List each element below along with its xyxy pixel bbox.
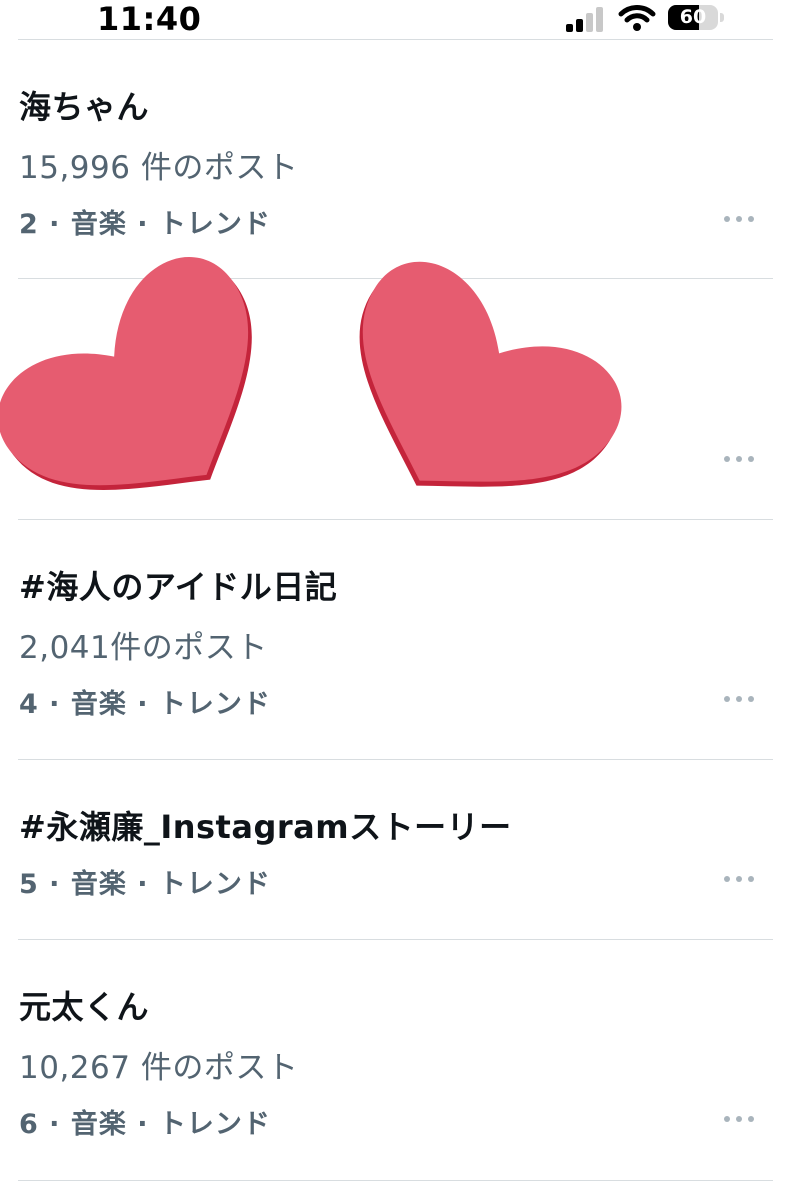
trend-meta: 4 · 音楽 · トレンド [19,689,271,720]
trend-title: #海人のアイドル日記 [19,568,338,606]
heart-icon-right [359,261,622,487]
trend-meta: 6 · 音楽 · トレンド [19,1109,271,1140]
trend-item[interactable]: 元太くん 10,267 件のポスト 6 · 音楽 · トレンド [0,940,791,1178]
trend-meta: 5 · 音楽 · トレンド [19,869,271,900]
signal-icon [566,6,608,32]
trend-item[interactable]: #海人のアイドル日記 2,041件のポスト 4 · 音楽 · トレンド [0,520,791,758]
trend-title: 海ちゃん [19,88,150,126]
battery-icon: 60 [668,5,718,30]
trend-title: 元太くん [19,988,150,1026]
trend-post-count: 10,267 件のポスト [19,1050,299,1086]
divider [18,1180,773,1181]
status-bar: 11:40 60 [0,0,791,38]
trend-post-count: 2,041件のポスト [19,630,268,666]
heart-stickers [0,257,622,490]
trend-post-count: 15,996 件のポスト [19,150,299,186]
more-icon[interactable] [724,1113,756,1125]
status-time: 11:40 [97,0,202,38]
trend-item[interactable]: #永瀬廉_Instagramストーリー 5 · 音楽 · トレンド [0,760,791,938]
trend-item[interactable]: 海ちゃん 15,996 件のポスト 2 · 音楽 · トレンド [0,40,791,278]
battery-nub [720,13,724,22]
trend-meta: 2 · 音楽 · トレンド [19,209,271,240]
heart-icon-left [0,257,252,490]
more-icon[interactable] [724,213,756,225]
more-icon[interactable] [724,453,756,465]
more-icon[interactable] [724,693,756,705]
more-icon[interactable] [724,873,756,885]
battery-level: 60 [679,6,707,28]
wifi-icon [618,5,656,31]
trend-title: #永瀬廉_Instagramストーリー [19,808,512,846]
